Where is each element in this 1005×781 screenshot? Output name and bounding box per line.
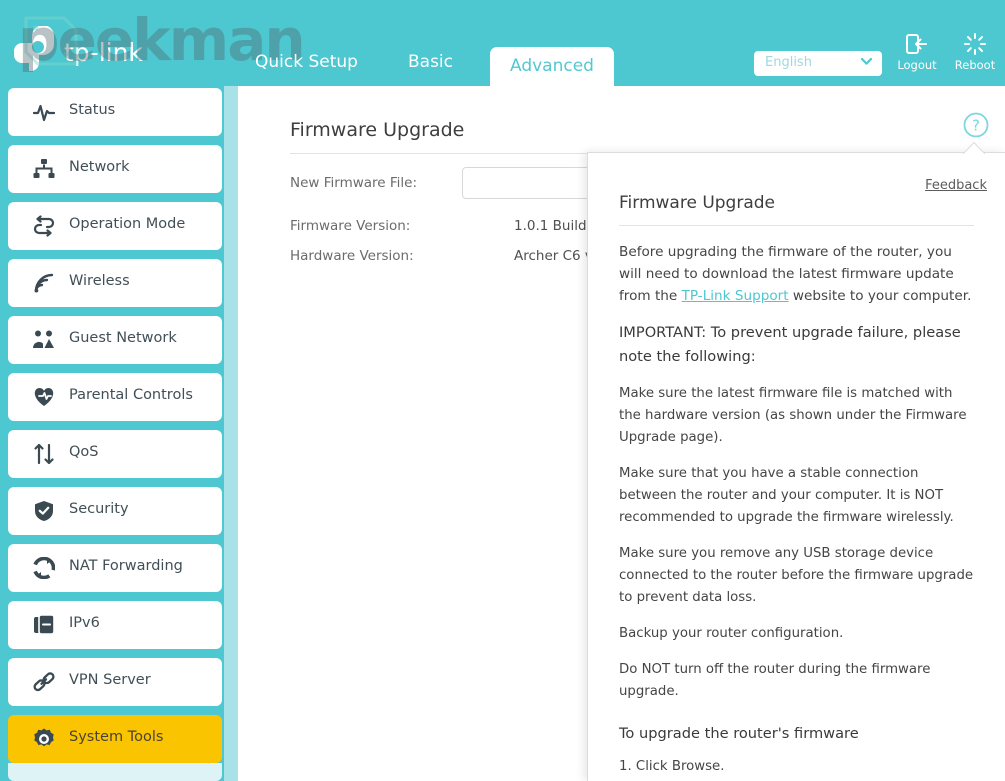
label-firmware-version: Firmware Version: [290,218,411,234]
help-steps-list: 1. Click Browse.2. Locate and select the… [619,756,977,781]
logout-button[interactable]: Logout [894,33,940,72]
up-down-arrows-icon [34,443,54,465]
logout-label: Logout [897,58,937,72]
brand: tp-link [12,24,262,76]
help-steps-heading: To upgrade the router's firmware [619,725,859,742]
router-admin-page: tp-link peekman Quick Setup Basic Advanc… [0,0,1005,781]
sidebar-item-status[interactable]: Status [8,88,222,136]
tooltip-pointer-icon [963,142,985,154]
chevron-down-icon [861,58,872,65]
sidebar-item-label: Network [69,159,130,175]
network-tree-icon [33,159,55,178]
wifi-signal-icon [34,273,54,293]
pulse-icon [33,104,55,122]
sidebar-item-label: Wireless [69,273,130,289]
help-step: 1. Click Browse. [619,759,725,774]
sidebar-item-label: System Tools [69,729,164,745]
help-notes-list: Make sure the latest firmware file is ma… [619,383,977,703]
help-panel-title: Firmware Upgrade [619,193,775,213]
tab-advanced-label: Advanced [510,56,594,76]
question-mark-circle-icon: ? [963,112,989,138]
sidebar-item-label: NAT Forwarding [69,558,183,574]
sidebar-item-label: Security [69,501,129,517]
sidebar-item-label: QoS [69,444,99,460]
sidebar-accent-strip [224,86,238,781]
sidebar-item-network[interactable]: Network [8,145,222,193]
sidebar-item-ipv6[interactable]: IPv6 [8,601,222,649]
tab-advanced[interactable]: Advanced [490,47,614,86]
help-panel-body: Before upgrading the firmware of the rou… [619,241,977,781]
sidebar-item-nat-forwarding[interactable]: NAT Forwarding [8,544,222,592]
sidebar-item-label: Status [69,102,116,118]
logout-icon [906,34,927,54]
help-panel-divider [619,225,974,226]
shield-check-icon [35,501,53,521]
tab-quick-setup[interactable]: Quick Setup [255,52,358,72]
chain-link-icon [33,672,55,692]
sidebar-item-vpn-server[interactable]: VPN Server [8,658,222,706]
help-note: Make sure you remove any USB storage dev… [619,546,974,605]
help-intro-after: website to your computer. [788,288,972,304]
tab-basic[interactable]: Basic [408,52,453,72]
feedback-link[interactable]: Feedback [925,178,987,193]
tp-link-support-link[interactable]: TP-Link Support [682,288,789,304]
label-hardware-version: Hardware Version: [290,248,414,264]
svg-text:?: ? [972,116,980,134]
heart-icon [34,388,54,406]
gear-icon [34,728,54,747]
help-button[interactable]: ? [963,112,989,138]
sidebar-item-wireless[interactable]: Wireless [8,259,222,307]
help-note: Make sure that you have a stable connect… [619,466,954,525]
language-select[interactable]: English [754,51,882,76]
sidebar-item-security[interactable]: Security [8,487,222,535]
tplink-logo-icon [14,26,54,71]
sidebar-item-label: IPv6 [69,615,100,631]
help-intro-paragraph: Before upgrading the firmware of the rou… [619,241,977,307]
document-icon [34,614,55,635]
help-panel: Feedback Firmware Upgrade Before upgradi… [587,152,1005,781]
sidebar-item-operation-mode[interactable]: Operation Mode [8,202,222,250]
guests-icon [33,330,54,348]
help-note: Do NOT turn off the router during the fi… [619,662,931,699]
brand-name: tp-link [64,38,143,67]
sidebar-item-parental-controls[interactable]: Parental Controls [8,373,222,421]
sidebar-item-guest-network[interactable]: Guest Network [8,316,222,364]
sidebar-item-label: Parental Controls [69,387,193,403]
app-header: tp-link peekman Quick Setup Basic Advanc… [0,0,1005,86]
help-note: Backup your router configuration. [619,626,844,641]
reboot-label: Reboot [954,58,996,72]
sidebar-item-system-tools[interactable]: System Tools [8,715,222,763]
sidebar-item-label: VPN Server [69,672,151,688]
label-new-firmware-file: New Firmware File: [290,175,418,191]
sidebar-submenu-system-tools[interactable] [8,763,222,781]
help-note: Make sure the latest firmware file is ma… [619,386,967,445]
reboot-button[interactable]: Reboot [952,33,998,72]
sidebar-item-label: Guest Network [69,330,177,346]
page-title: Firmware Upgrade [290,119,465,141]
sidebar-item-qos[interactable]: QoS [8,430,222,478]
sidebar-item-label: Operation Mode [69,216,186,232]
reboot-icon [964,33,986,55]
language-select-value: English [765,55,812,70]
help-important-heading: IMPORTANT: To prevent upgrade failure, p… [619,324,961,365]
loop-arrows-icon [33,215,55,237]
refresh-circle-icon [33,557,55,579]
